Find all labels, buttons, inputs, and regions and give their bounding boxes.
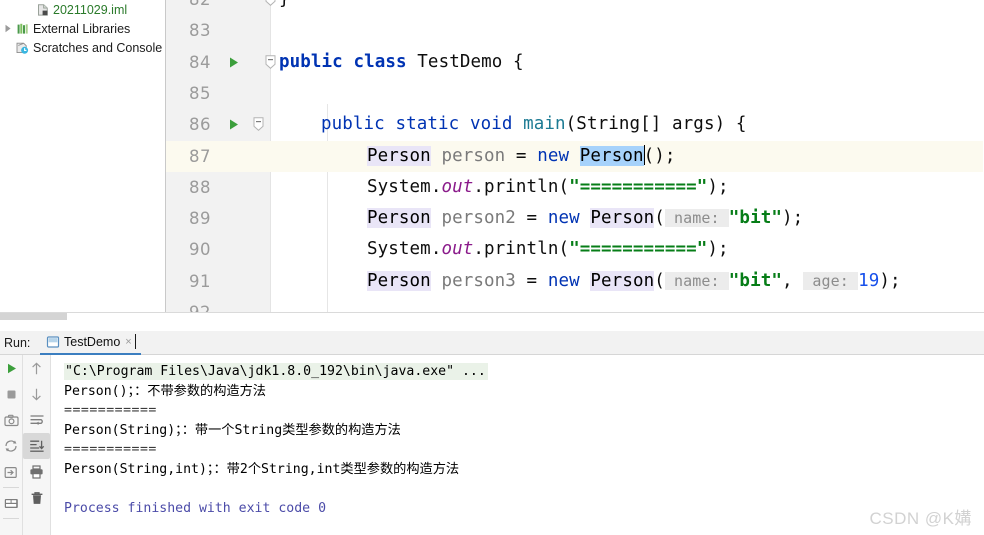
code-line-83[interactable]: 83 [166,15,984,46]
code-line-text[interactable]: System.out.println("==========="); [367,234,729,265]
layout-icon[interactable] [0,490,22,516]
run-configuration-icon [46,335,60,349]
tree-expand-arrow-icon[interactable] [1,19,14,38]
rerun-icon[interactable] [0,355,22,381]
tree-item-label: External Libraries [33,21,131,36]
fold-collapse-icon[interactable] [250,109,267,140]
down-arrow-icon[interactable] [23,381,50,407]
code-line-text[interactable]: System.out.println("==========="); [367,172,729,203]
code-line-86[interactable]: 86 public static void main(String[] args)… [166,109,984,140]
code-line-87[interactable]: 87 Person person = new Person(); [166,140,984,172]
fold-collapse-icon[interactable] [262,47,279,78]
code-line-82[interactable]: 82} [166,0,984,15]
close-icon[interactable]: × [125,336,131,348]
tab-caret [134,334,136,349]
line-number: 85 [189,83,211,103]
up-arrow-icon[interactable] [23,355,50,381]
tree-item-label: Scratches and Console [33,40,163,55]
line-number: 92 [166,297,211,312]
console-line: =========== [64,441,157,458]
project-tree-panel[interactable]: 20211029.iml External Libraries Scratches … [0,0,166,312]
tree-item-label: 20211029.iml [53,2,128,17]
code-line-text[interactable]: Person person = new Person(); [367,141,676,172]
scratches-icon [14,40,31,56]
tree-item-scratches-and-console[interactable]: Scratches and Console [0,38,165,57]
tree-expand-arrow-icon [1,38,14,57]
code-line-text[interactable]: Person person2 = new Person( name: "bit"… [367,203,803,234]
trash-icon[interactable] [23,485,50,511]
rerun-failed-tests-icon[interactable] [0,433,22,459]
code-line-92[interactable]: 92 [166,297,984,312]
run-tool-window-header: Run: TestDemo × [0,330,984,355]
console-line: "C:\Program Files\Java\jdk1.8.0_192\bin\… [64,363,488,380]
line-number: 90 [189,240,211,260]
line-number: 91 [189,271,211,291]
code-line-text[interactable]: } [279,0,290,15]
console-line: Person(String)；：带一个String类型参数的构造方法 [64,422,401,439]
split-drag-handle[interactable] [0,313,67,320]
code-line-91[interactable]: 91 Person person3 = new Person( name: "bi… [166,266,984,297]
code-line-text[interactable]: public class TestDemo { [279,47,524,78]
line-number: 89 [189,209,211,229]
console-line-text: Person()；：不带参数的构造方法 [64,383,266,399]
code-line-text[interactable]: public static void main(String[] args) { [321,109,746,140]
line-number: 88 [189,177,211,197]
tree-item-20211029-iml[interactable]: 20211029.iml [0,0,165,19]
stop-icon[interactable] [0,381,22,407]
code-line-84[interactable]: 84 public class TestDemo { [166,47,984,78]
code-editor[interactable]: 82} 83 84 public class TestDemo { 85 86 public… [166,0,984,312]
run-gutter-icon[interactable] [224,47,242,78]
fold-collapse-icon[interactable] [262,0,279,15]
toolbar-divider-2 [3,518,19,519]
export-icon[interactable] [0,459,22,485]
console-line: Person(String,int)；：带2个String,int类型参数的构造… [64,461,459,478]
run-tool-window-body: "C:\Program Files\Java\jdk1.8.0_192\bin\… [0,355,984,535]
code-line-88[interactable]: 88 System.out.println("==========="); [166,172,984,203]
line-number: 86 [189,115,211,135]
toolbar-divider [3,487,19,488]
console-line: Process finished with exit code 0 [64,500,326,517]
console-output[interactable]: "C:\Program Files\Java\jdk1.8.0_192\bin\… [51,355,984,535]
line-number: 87 [189,146,211,166]
run-window-label: Run: [4,335,31,350]
tree-expand-arrow-icon [21,0,34,19]
line-number: 82 [166,0,211,15]
console-line-text: Person(String,int)；：带2个String,int类型参数的构造… [64,461,460,477]
libraries-icon [14,21,31,37]
console-line-text: Process finished with exit code 0 [64,500,327,516]
tree-item-external-libraries[interactable]: External Libraries [0,19,165,38]
line-number: 84 [189,52,211,72]
code-line-85[interactable]: 85 [166,78,984,109]
code-line-89[interactable]: 89 Person person2 = new Person( name: "bi… [166,203,984,234]
console-line-text: Person(String)；：带一个String类型参数的构造方法 [64,422,401,438]
code-line-text[interactable]: Person person3 = new Person( name: "bit"… [367,266,901,297]
soft-wrap-icon[interactable] [23,407,50,433]
iml-file-icon [34,2,51,18]
run-tab-label: TestDemo [64,334,121,349]
console-line-text: =========== [64,442,157,457]
run-gutter-icon[interactable] [224,109,242,140]
run-toolbar-right[interactable] [23,355,51,535]
scroll-to-end-icon[interactable] [23,433,50,459]
line-number: 83 [189,21,211,41]
print-icon[interactable] [23,459,50,485]
console-line: =========== [64,402,157,419]
console-line-text: =========== [64,403,157,418]
console-line-text: "C:\Program Files\Java\jdk1.8.0_192\bin\… [64,363,488,380]
ide-window: 20211029.iml External Libraries Scratches … [0,0,984,535]
camera-icon[interactable] [0,407,22,433]
run-tab-testdemo[interactable]: TestDemo × [40,330,141,355]
run-toolbar-left[interactable] [0,355,23,535]
csdn-watermark: CSDN @K媾 [869,509,972,528]
console-line: Person()；：不带参数的构造方法 [64,383,266,400]
code-line-90[interactable]: 90 System.out.println("==========="); [166,234,984,265]
